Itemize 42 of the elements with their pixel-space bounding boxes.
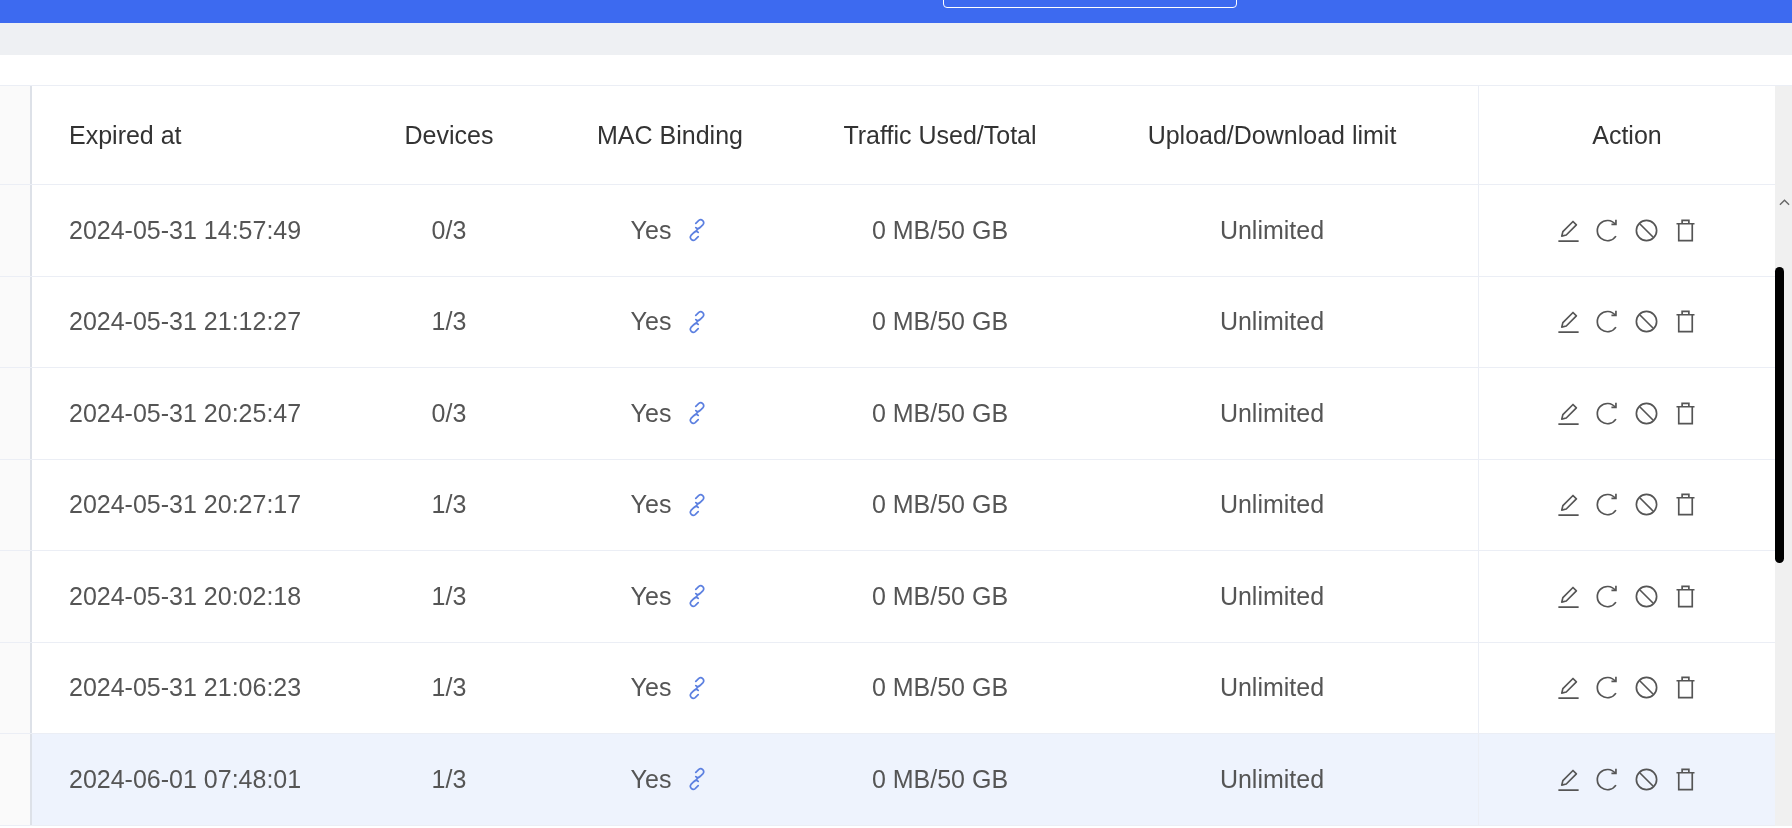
- table-cell: 2024-05-31 21:12:27: [69, 307, 302, 337]
- table-cell: Yes: [630, 764, 672, 794]
- table-cell: Unlimited: [1219, 764, 1325, 794]
- table-cell: 0 MB/50 GB: [871, 581, 1009, 611]
- table-cell: Unlimited: [1219, 398, 1325, 428]
- table-cell: 2024-06-01 07:48:01: [69, 764, 302, 794]
- table-cell: Yes: [630, 398, 672, 428]
- table-cell: 0 MB/50 GB: [871, 215, 1009, 245]
- table-cell: 0 MB/50 GB: [871, 673, 1009, 703]
- table-cell: 2024-05-31 14:57:49: [69, 215, 302, 245]
- table-cell: Yes: [630, 490, 672, 520]
- column-header: Upload/Download limit: [1146, 119, 1398, 151]
- table-cell: 2024-05-31 20:25:47: [69, 398, 302, 428]
- table-cell: Unlimited: [1219, 490, 1325, 520]
- table-cell: Yes: [630, 215, 672, 245]
- table-cell: 0/3: [431, 398, 467, 428]
- table-cell: 1/3: [431, 581, 467, 611]
- table-cell: Unlimited: [1219, 673, 1325, 703]
- column-header: Traffic Used/Total: [842, 119, 1038, 151]
- table-cell: Yes: [630, 307, 672, 337]
- table-cell: Unlimited: [1219, 307, 1325, 337]
- scrollbar[interactable]: [1775, 267, 1784, 563]
- table-cell: 0/3: [431, 215, 467, 245]
- table-cell: Unlimited: [1219, 215, 1325, 245]
- table-cell: 0 MB/50 GB: [871, 398, 1009, 428]
- table-cell: Yes: [630, 581, 672, 611]
- column-header: Devices: [403, 119, 495, 151]
- table-cell: Yes: [630, 673, 672, 703]
- table-cell: 1/3: [431, 307, 467, 337]
- table-cell: 0 MB/50 GB: [871, 490, 1009, 520]
- scroll-up-icon[interactable]: [1779, 198, 1790, 206]
- table-cell: 0 MB/50 GB: [871, 764, 1009, 794]
- table-cell: Unlimited: [1219, 581, 1325, 611]
- table-cell: 2024-05-31 20:27:17: [69, 490, 302, 520]
- table-cell: 2024-05-31 21:06:23: [69, 673, 302, 703]
- table-cell: 2024-05-31 20:02:18: [69, 581, 302, 611]
- table-cell: 1/3: [431, 490, 467, 520]
- column-header: MAC Binding: [596, 119, 744, 151]
- table-cell: 1/3: [431, 673, 467, 703]
- column-header: Expired at: [68, 119, 183, 151]
- table-cell: 1/3: [431, 764, 467, 794]
- table-cell: 0 MB/50 GB: [871, 307, 1009, 337]
